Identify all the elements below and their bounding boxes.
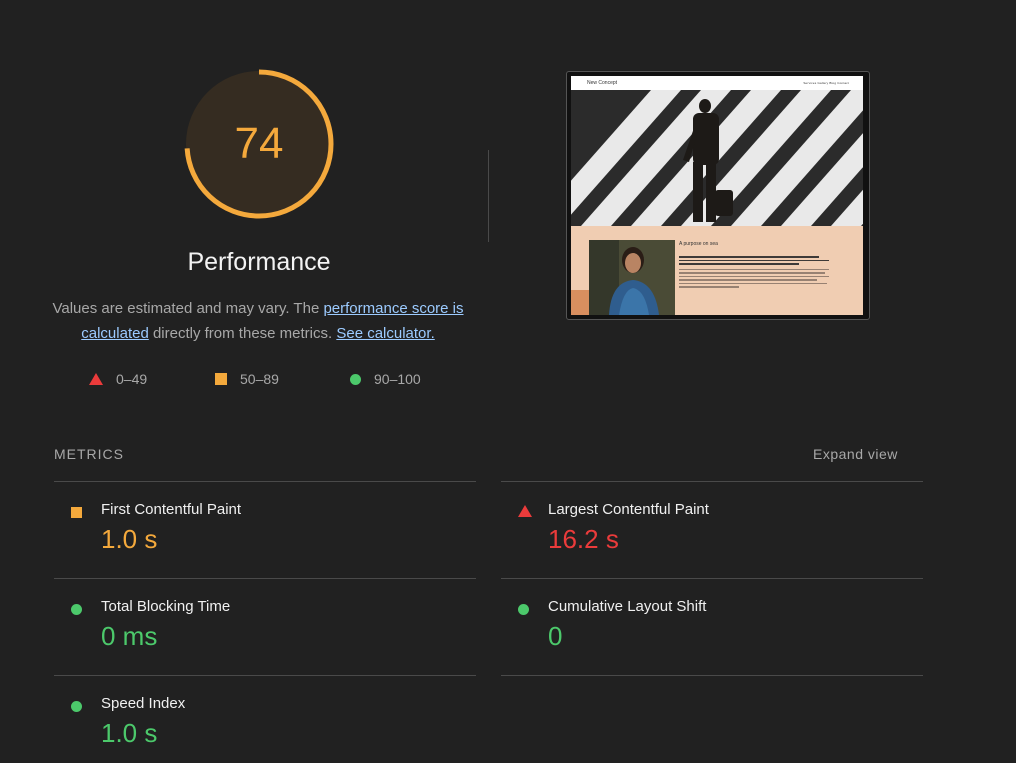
square-icon: [215, 373, 227, 385]
metric-name: First Contentful Paint: [101, 501, 242, 518]
square-icon: [71, 507, 82, 518]
preview-nav-links: Services Gallery Blog Contact: [803, 81, 849, 85]
score-legend: 0–49 50–89 90–100: [0, 369, 520, 389]
legend-fail: 0–49: [89, 369, 147, 389]
metric-name: Speed Index: [101, 695, 186, 712]
preview-content-section: A purpose on sea: [571, 226, 863, 315]
performance-report: 74 Performance Values are estimated and …: [0, 0, 1016, 763]
circle-icon: [71, 701, 82, 712]
metric-largest-contentful-paint: Largest Contentful Paint 16.2 s: [501, 481, 901, 561]
preview-accent-block: [571, 290, 589, 315]
preview-hero-image: [571, 90, 863, 226]
circle-icon: [350, 373, 361, 385]
metric-value: 16.2 s: [548, 524, 619, 554]
legend-average-label: 50–89: [240, 371, 279, 387]
metrics-divider: [501, 675, 923, 676]
circle-icon: [71, 604, 82, 615]
metric-cumulative-layout-shift: Cumulative Layout Shift 0: [501, 578, 901, 658]
preview-section-heading: A purpose on sea: [679, 241, 718, 247]
metrics-heading: METRICS: [54, 446, 124, 462]
metric-name: Cumulative Layout Shift: [548, 598, 707, 615]
metric-value: 1.0 s: [101, 524, 158, 554]
screenshot-frame: New Concept Services Gallery Blog Contac…: [571, 76, 863, 315]
metric-total-blocking-time: Total Blocking Time 0 ms: [54, 578, 454, 658]
triangle-icon: [89, 373, 103, 385]
description-text-middle: directly from these metrics.: [148, 325, 337, 342]
gauge-score: 74: [234, 119, 284, 168]
metric-speed-index: Speed Index 1.0 s: [54, 675, 454, 755]
vertical-divider: [488, 150, 489, 242]
see-calculator-link[interactable]: See calculator.: [336, 325, 434, 342]
legend-pass-label: 90–100: [374, 371, 421, 387]
legend-pass: 90–100: [350, 369, 421, 389]
metric-name: Largest Contentful Paint: [548, 501, 709, 518]
circle-icon: [518, 604, 529, 615]
legend-average: 50–89: [215, 369, 279, 389]
triangle-icon: [518, 505, 532, 517]
metric-value: 0: [548, 621, 563, 651]
metric-name: Total Blocking Time: [101, 598, 231, 615]
performance-gauge: 74: [180, 65, 338, 223]
legend-fail-label: 0–49: [116, 371, 148, 387]
metric-value: 1.0 s: [101, 718, 158, 748]
preview-paragraph: [679, 256, 829, 290]
preview-navbar: New Concept Services Gallery Blog Contac…: [571, 76, 863, 90]
final-screenshot[interactable]: New Concept Services Gallery Blog Contac…: [566, 71, 870, 320]
crosswalk-image: [571, 90, 863, 226]
gauge-label: Performance: [187, 248, 331, 276]
preview-site-name: New Concept: [587, 80, 618, 86]
preview-portrait-image: [589, 240, 675, 315]
metric-value: 0 ms: [101, 621, 158, 651]
expand-view-toggle[interactable]: Expand view: [813, 446, 898, 462]
metric-first-contentful-paint: First Contentful Paint 1.0 s: [54, 481, 454, 561]
score-description: Values are estimated and may vary. The p…: [48, 296, 468, 346]
description-text-before: Values are estimated and may vary. The: [52, 300, 324, 317]
